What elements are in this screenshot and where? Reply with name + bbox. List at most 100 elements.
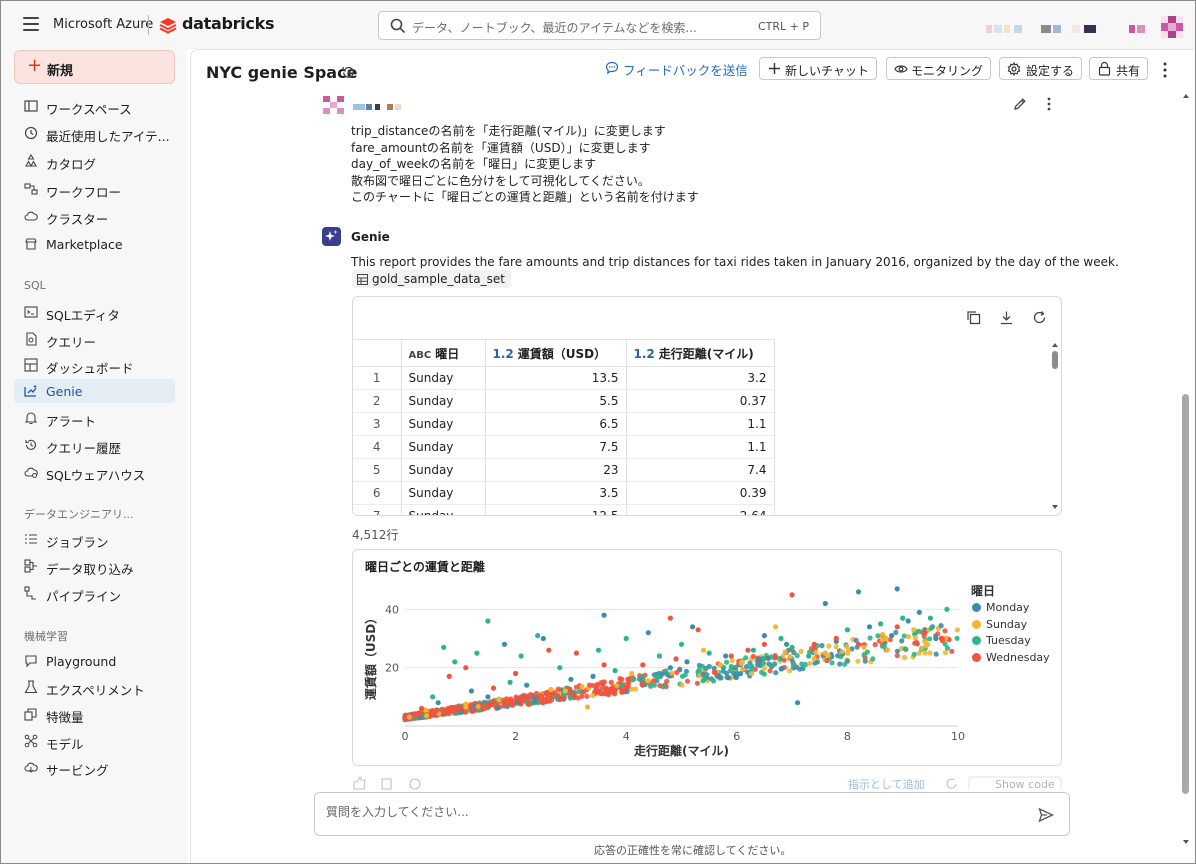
sidebar-item-data-ingestion[interactable]: データ取り込み bbox=[14, 554, 175, 578]
scatter-point bbox=[645, 678, 651, 684]
sidebar-item-catalog[interactable]: カタログ bbox=[14, 149, 175, 173]
scatter-point bbox=[765, 655, 771, 661]
column-header-day[interactable]: ABC 曜日 bbox=[401, 339, 486, 367]
hamburger-menu-icon[interactable] bbox=[23, 17, 39, 31]
column-header-distance[interactable]: 1.2 走行距離(マイル) bbox=[626, 339, 775, 367]
new-button[interactable]: + 新規 bbox=[14, 50, 175, 84]
sidebar-item-clusters[interactable]: クラスター bbox=[14, 204, 175, 228]
cell-fare: 3.5 bbox=[485, 481, 627, 505]
legend-item-sunday[interactable]: Sunday bbox=[972, 618, 1027, 631]
dataset-chip[interactable]: gold_sample_data_set bbox=[352, 270, 511, 288]
send-icon[interactable] bbox=[1038, 807, 1054, 823]
scatter-point bbox=[584, 693, 590, 699]
genie-name: Genie bbox=[351, 230, 390, 244]
pencil-icon[interactable] bbox=[1013, 97, 1027, 111]
scatter-point-wednesday bbox=[922, 630, 928, 636]
question-input[interactable] bbox=[326, 805, 1006, 819]
scatter-point-wednesday bbox=[667, 615, 673, 621]
scatter-point bbox=[855, 658, 861, 664]
scatter-point-sunday bbox=[463, 701, 469, 707]
info-icon bbox=[409, 778, 421, 790]
legend-label: Tuesday bbox=[986, 634, 1031, 647]
global-search[interactable]: データ、ノートブック、最近のアイテムなどを検索... CTRL + P bbox=[378, 11, 821, 40]
sidebar-item-sql-warehouses[interactable]: SQLウェアハウス bbox=[14, 460, 175, 484]
scatter-point bbox=[787, 653, 793, 660]
scatter-point-sunday bbox=[861, 644, 867, 650]
sidebar-item-label: クエリー履歴 bbox=[46, 441, 122, 456]
user-avatar[interactable] bbox=[1161, 16, 1183, 38]
share-button[interactable]: 共有 bbox=[1089, 57, 1148, 80]
main-scrollbar-thumb[interactable] bbox=[1182, 394, 1189, 794]
sidebar-item-playground[interactable]: Playground bbox=[14, 649, 175, 673]
user-name-chip bbox=[353, 104, 401, 110]
copy-icon[interactable] bbox=[966, 310, 981, 325]
scatter-point bbox=[576, 689, 582, 695]
column-header-fare[interactable]: 1.2 運賃額（USD） bbox=[485, 339, 627, 367]
sidebar-item-features[interactable]: 特徴量 bbox=[14, 702, 175, 726]
sidebar-item-sql-editor[interactable]: SQLエディタ bbox=[14, 300, 175, 324]
scatter-point bbox=[415, 712, 421, 718]
refresh-icon[interactable] bbox=[1032, 310, 1047, 325]
scatter-point-wednesday bbox=[463, 665, 469, 671]
sidebar-item-experiments[interactable]: エクスペリメント bbox=[14, 675, 175, 699]
scatter-point bbox=[844, 658, 850, 664]
sidebar-item-label: モデル bbox=[46, 737, 84, 752]
scatter-chart[interactable]: 20 40 0 2 4 6 8 10 走行距離(マイル) 運賃額（USD） bbox=[353, 550, 1063, 767]
cell-distance: 0.37 bbox=[626, 389, 775, 413]
scatter-point bbox=[757, 662, 763, 669]
sidebar-item-label: Playground bbox=[46, 654, 117, 669]
sidebar-item-job-runs[interactable]: ジョブラン bbox=[14, 527, 175, 551]
scatter-point bbox=[694, 680, 700, 686]
sidebar-item-query-history[interactable]: クエリー履歴 bbox=[14, 433, 175, 457]
scatter-point-tuesday bbox=[927, 615, 934, 621]
download-icon[interactable] bbox=[999, 310, 1014, 325]
sidebar-item-label: サービング bbox=[46, 763, 109, 778]
table-scrollbar[interactable] bbox=[1049, 339, 1061, 515]
response-action-row: 指示として追加 Show code bbox=[353, 776, 1062, 790]
sidebar-item-marketplace[interactable]: Marketplace bbox=[14, 232, 175, 256]
more-options-icon[interactable] bbox=[1162, 62, 1168, 78]
scatter-point-tuesday bbox=[844, 627, 850, 633]
legend-item-monday[interactable]: Monday bbox=[972, 601, 1029, 614]
scatter-point-sunday bbox=[717, 662, 723, 668]
sidebar-item-genie[interactable]: Genie bbox=[14, 379, 175, 403]
row-number: 7 bbox=[353, 504, 402, 515]
ingest-icon bbox=[24, 559, 37, 573]
message-more-icon[interactable] bbox=[1046, 97, 1052, 111]
new-chat-button[interactable]: 新しいチャット bbox=[759, 57, 877, 80]
sidebar-item-recent[interactable]: 最近使用したアイテ... bbox=[14, 121, 175, 145]
legend-item-tuesday[interactable]: Tuesday bbox=[972, 634, 1031, 647]
user-message-line: 散布図で曜日ごとに色分けをして可視化してください。 bbox=[351, 173, 650, 188]
scatter-point bbox=[495, 705, 501, 711]
sidebar-item-workflows[interactable]: ワークフロー bbox=[14, 177, 175, 201]
scatter-point-tuesday bbox=[900, 615, 906, 621]
cell-distance: 2.64 bbox=[626, 504, 775, 515]
scatter-point bbox=[899, 638, 905, 644]
scatter-point-wednesday bbox=[446, 673, 452, 679]
scatter-point bbox=[761, 671, 767, 677]
sidebar-item-queries[interactable]: クエリー bbox=[14, 327, 175, 351]
legend-item-wednesday[interactable]: Wednesday bbox=[972, 651, 1050, 664]
scatter-point-monday bbox=[855, 589, 862, 595]
history-icon[interactable] bbox=[341, 65, 356, 80]
monitoring-button[interactable]: モニタリング bbox=[886, 57, 991, 80]
sidebar-item-dashboards[interactable]: ダッシュボード bbox=[14, 353, 175, 377]
scatter-point-monday bbox=[795, 700, 801, 706]
workspace-switcher[interactable] bbox=[986, 25, 1101, 33]
sidebar-item-models[interactable]: モデル bbox=[14, 729, 175, 753]
sidebar-item-serving[interactable]: サービング bbox=[14, 755, 175, 779]
sidebar-item-workspace[interactable]: ワークスペース bbox=[14, 94, 175, 118]
scatter-point bbox=[608, 686, 614, 692]
sidebar-item-pipelines[interactable]: パイプライン bbox=[14, 581, 175, 605]
scatter-point bbox=[620, 689, 626, 695]
number-type-icon: 1.2 bbox=[492, 346, 514, 361]
new-chat-label: 新しいチャット bbox=[785, 64, 869, 78]
sidebar-section-ml: 機械学習 bbox=[24, 630, 68, 643]
settings-button[interactable]: 設定する bbox=[999, 57, 1082, 80]
question-composer[interactable] bbox=[314, 792, 1070, 836]
scatter-point bbox=[748, 671, 755, 677]
scatter-point bbox=[508, 696, 514, 702]
scatter-point bbox=[797, 666, 803, 672]
sidebar-item-alerts[interactable]: アラート bbox=[14, 406, 175, 430]
scatter-point-tuesday bbox=[656, 653, 662, 659]
